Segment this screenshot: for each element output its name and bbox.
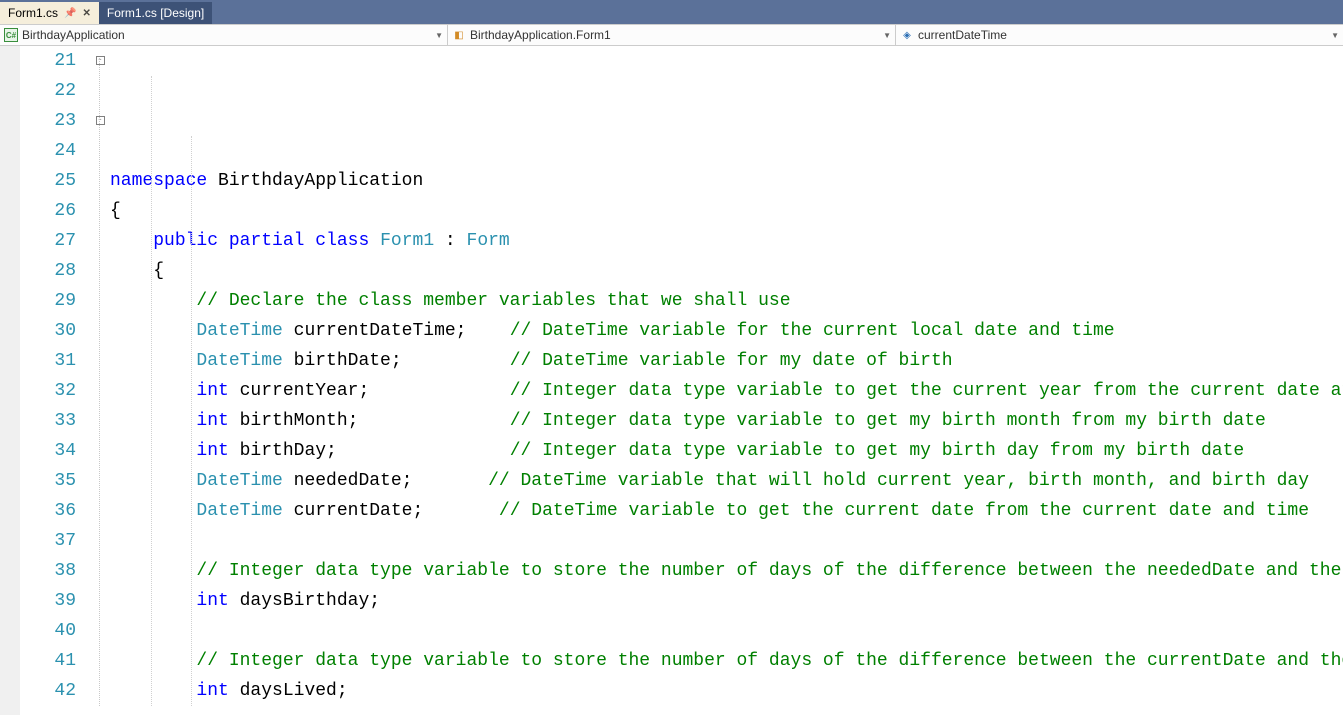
code-line[interactable]: // Integer data type variable to store t… [108, 646, 1343, 676]
fold-cell: - [92, 46, 108, 76]
code-editor[interactable]: 2122232425262728293031323334353637383940… [0, 46, 1343, 715]
line-number: 24 [20, 136, 76, 166]
tab-label: Form1.cs [8, 6, 58, 20]
fold-cell [92, 646, 108, 676]
fold-cell [92, 406, 108, 436]
line-number: 33 [20, 406, 76, 436]
code-line[interactable]: { [108, 196, 1343, 226]
fold-cell [92, 316, 108, 346]
line-number: 25 [20, 166, 76, 196]
fold-cell [92, 616, 108, 646]
fold-cell [92, 586, 108, 616]
line-number: 42 [20, 676, 76, 706]
code-line[interactable]: // Integer data type variable to store t… [108, 556, 1343, 586]
fold-cell [92, 556, 108, 586]
line-number: 34 [20, 436, 76, 466]
fold-cell [92, 256, 108, 286]
line-number: 30 [20, 316, 76, 346]
code-line[interactable]: int daysBirthday; [108, 586, 1343, 616]
line-number: 27 [20, 226, 76, 256]
line-number: 21 [20, 46, 76, 76]
fold-toggle-icon[interactable]: - [96, 116, 105, 125]
fold-cell [92, 436, 108, 466]
fold-cell [92, 496, 108, 526]
line-number: 28 [20, 256, 76, 286]
nav-class-dropdown[interactable]: ◧ BirthdayApplication.Form1 ▼ [448, 25, 896, 45]
fold-cell [92, 226, 108, 256]
line-number: 26 [20, 196, 76, 226]
code-line[interactable]: int currentYear; // Integer data type va… [108, 376, 1343, 406]
fold-toggle-icon[interactable]: - [96, 56, 105, 65]
fold-gutter: -- [92, 46, 108, 715]
line-number: 35 [20, 466, 76, 496]
chevron-down-icon: ▼ [435, 31, 443, 40]
line-number: 31 [20, 346, 76, 376]
fold-cell [92, 76, 108, 106]
fold-cell: - [92, 106, 108, 136]
code-line[interactable]: DateTime neededDate; // DateTime variabl… [108, 466, 1343, 496]
code-line[interactable]: DateTime currentDate; // DateTime variab… [108, 496, 1343, 526]
nav-member-label: currentDateTime [918, 28, 1007, 42]
tab-form1-design[interactable]: Form1.cs [Design] [99, 2, 212, 24]
line-number: 29 [20, 286, 76, 316]
nav-project-label: BirthdayApplication [22, 28, 125, 42]
chevron-down-icon: ▼ [883, 31, 891, 40]
line-number: 40 [20, 616, 76, 646]
editor-margin [0, 46, 20, 715]
line-number: 22 [20, 76, 76, 106]
nav-class-label: BirthdayApplication.Form1 [470, 28, 611, 42]
fold-cell [92, 526, 108, 556]
code-line[interactable]: int daysLived; [108, 676, 1343, 706]
line-number: 36 [20, 496, 76, 526]
pin-icon[interactable]: 📌 [64, 8, 76, 19]
line-number-gutter: 2122232425262728293031323334353637383940… [20, 46, 92, 715]
code-line[interactable] [108, 616, 1343, 646]
close-icon[interactable]: ✕ [82, 8, 90, 19]
class-icon: ◧ [452, 28, 466, 42]
fold-cell [92, 286, 108, 316]
code-text-area[interactable]: namespace BirthdayApplication{ public pa… [108, 46, 1343, 715]
code-line[interactable]: { [108, 256, 1343, 286]
fold-cell [92, 466, 108, 496]
line-number: 37 [20, 526, 76, 556]
chevron-down-icon: ▼ [1331, 31, 1339, 40]
fold-cell [92, 346, 108, 376]
fold-cell [92, 166, 108, 196]
tab-label: Form1.cs [Design] [107, 6, 204, 20]
code-line[interactable]: // Declare the class member variables th… [108, 286, 1343, 316]
tab-form1-cs[interactable]: Form1.cs 📌 ✕ [0, 2, 99, 24]
code-line[interactable]: int birthMonth; // Integer data type var… [108, 406, 1343, 436]
code-nav-bar: C# BirthdayApplication ▼ ◧ BirthdayAppli… [0, 24, 1343, 46]
fold-cell [92, 376, 108, 406]
nav-project-dropdown[interactable]: C# BirthdayApplication ▼ [0, 25, 448, 45]
code-line[interactable]: DateTime birthDate; // DateTime variable… [108, 346, 1343, 376]
fold-cell [92, 676, 108, 706]
line-number: 23 [20, 106, 76, 136]
tab-strip: Form1.cs 📌 ✕ Form1.cs [Design] [0, 0, 1343, 24]
line-number: 38 [20, 556, 76, 586]
code-line[interactable] [108, 526, 1343, 556]
code-line[interactable]: public partial class Form1 : Form [108, 226, 1343, 256]
code-line[interactable]: DateTime currentDateTime; // DateTime va… [108, 316, 1343, 346]
line-number: 39 [20, 586, 76, 616]
line-number: 41 [20, 646, 76, 676]
csharp-project-icon: C# [4, 28, 18, 42]
code-line[interactable]: int birthDay; // Integer data type varia… [108, 436, 1343, 466]
fold-cell [92, 136, 108, 166]
fold-cell [92, 196, 108, 226]
code-line[interactable]: namespace BirthdayApplication [108, 166, 1343, 196]
code-line[interactable] [108, 706, 1343, 715]
line-number: 32 [20, 376, 76, 406]
field-icon: ◈ [900, 28, 914, 42]
nav-member-dropdown[interactable]: ◈ currentDateTime ▼ [896, 25, 1343, 45]
